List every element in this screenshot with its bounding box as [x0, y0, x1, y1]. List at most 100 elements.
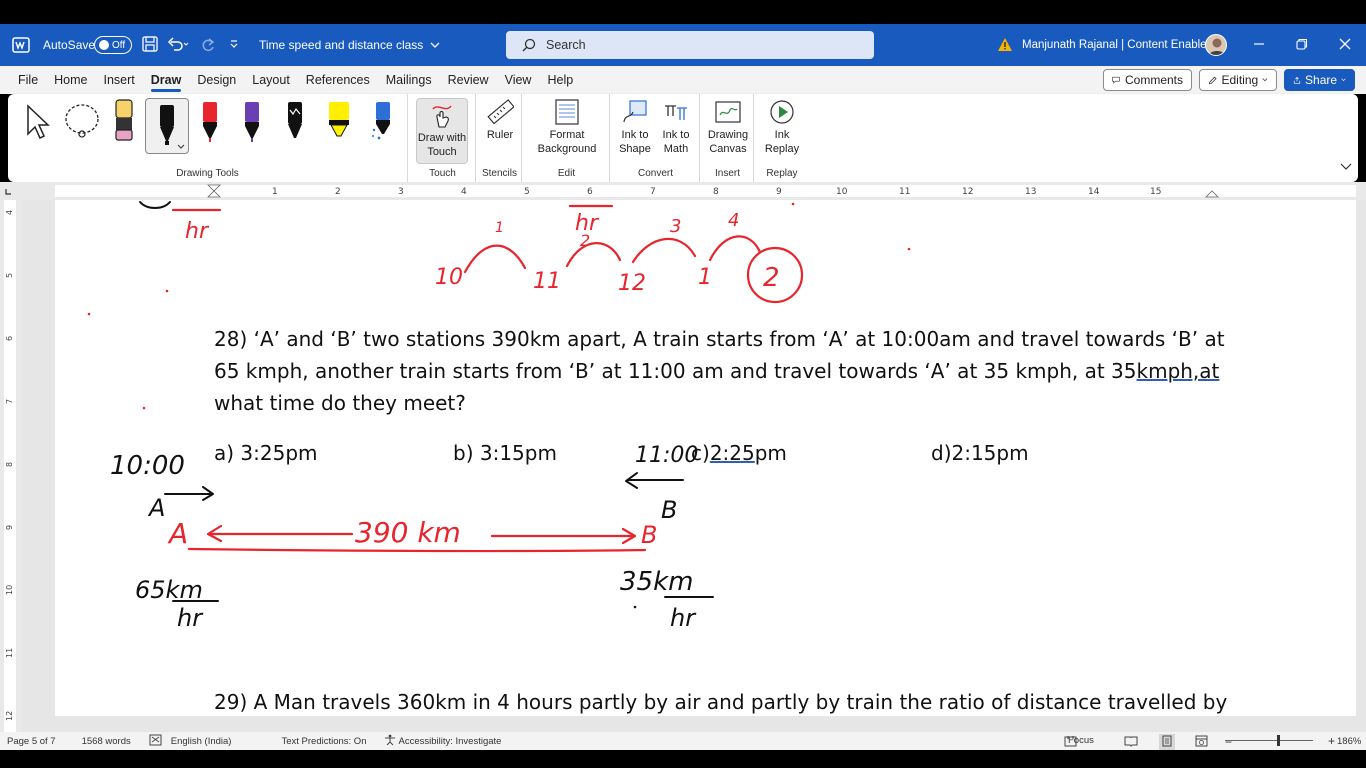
comments-button[interactable]: Comments	[1103, 69, 1192, 91]
proofing-icon[interactable]	[149, 734, 162, 749]
ink-to-math-label: Ink to Math	[662, 129, 690, 155]
tab-insert[interactable]: Insert	[96, 66, 143, 94]
redo-icon[interactable]	[200, 36, 216, 52]
ink-hour-11: 11	[533, 269, 561, 294]
ink-label-a: A	[147, 494, 165, 522]
tab-review[interactable]: Review	[440, 66, 497, 94]
document-page[interactable]: 28) ‘A’ and ‘B’ two stations 390km apart…	[55, 200, 1356, 716]
ruler-button[interactable]: Ruler	[480, 98, 520, 142]
svg-text:5: 5	[524, 187, 530, 197]
svg-text:10: 10	[836, 187, 848, 197]
ink-to-math-button[interactable]: Ink to Math	[658, 98, 694, 156]
group-drawing-tools: Drawing Tools	[8, 94, 408, 182]
black-pen-selected[interactable]	[145, 98, 189, 154]
svg-text:12: 12	[962, 187, 973, 197]
ink-arrow-left	[625, 472, 684, 489]
print-layout-icon[interactable]	[1159, 734, 1175, 751]
ink-arrow-right	[164, 486, 214, 501]
svg-text:4: 4	[5, 210, 14, 215]
warning-icon[interactable]	[997, 37, 1013, 52]
zoom-level[interactable]: 186%	[1337, 736, 1361, 747]
ink-speed-b-den: hr	[670, 604, 697, 632]
ink-dot-3	[87, 312, 91, 316]
black-pen-icon	[160, 105, 174, 145]
save-icon[interactable]	[142, 36, 158, 52]
zoom-out-icon[interactable]: −	[1225, 735, 1232, 749]
undo-icon[interactable]	[167, 36, 189, 52]
vertical-ruler-ticks: 4 5 6 7 8 9 10 11 12	[4, 200, 16, 732]
glitter-pen-icon[interactable]	[370, 100, 394, 147]
group-touch: Draw with Touch Touch	[410, 94, 476, 182]
ink-arc-2	[565, 242, 622, 268]
focus-label[interactable]: Focus	[1068, 735, 1094, 746]
word-app-icon[interactable]	[12, 36, 30, 54]
ink-speed-a-den: hr	[177, 604, 204, 632]
tab-view[interactable]: View	[497, 66, 540, 94]
tab-design[interactable]: Design	[189, 66, 244, 94]
zoom-slider-thumb[interactable]	[1277, 735, 1280, 746]
replay-label: Replay	[766, 168, 798, 179]
tab-draw[interactable]: Draw	[143, 66, 190, 94]
restore-icon[interactable]	[1296, 38, 1308, 50]
ink-annotations[interactable]: hr hr 10 11 12 1 1 2 3 4 2 10:00 11:00 A…	[55, 200, 1356, 716]
vertical-ruler[interactable]: 4 5 6 7 8 9 10 11 12	[0, 200, 22, 732]
word-count[interactable]: 1568 words	[82, 736, 131, 747]
drawing-canvas-label: Drawing Canvas	[707, 129, 749, 155]
ink-dot-6	[633, 605, 637, 609]
ink-replay-button[interactable]: Ink Replay	[760, 98, 804, 156]
zoom-slider[interactable]	[1225, 735, 1313, 746]
svg-text:8: 8	[5, 462, 14, 467]
accessibility-status[interactable]: Accessibility: Investigate	[398, 736, 501, 747]
tab-help[interactable]: Help	[539, 66, 581, 94]
tab-file[interactable]: File	[10, 66, 46, 94]
editing-mode-button[interactable]: Editing	[1199, 69, 1277, 91]
close-icon[interactable]	[1339, 38, 1351, 50]
ink-distance-arrow-right	[490, 527, 637, 545]
stencils-label: Stencils	[481, 168, 517, 179]
svg-text:5: 5	[5, 273, 14, 278]
eraser-icon[interactable]	[114, 98, 134, 145]
tab-layout[interactable]: Layout	[244, 66, 298, 94]
ink-distance-arrow-left	[206, 524, 354, 543]
lasso-select-icon[interactable]	[62, 102, 104, 143]
red-pen-icon[interactable]	[199, 100, 221, 147]
web-layout-icon[interactable]	[1195, 735, 1208, 750]
tab-references[interactable]: References	[298, 66, 378, 94]
user-name[interactable]: Manjunath Rajanal | Content Enablers	[1022, 39, 1216, 51]
highlighter-icon[interactable]	[326, 100, 352, 147]
ink-red-b: B	[641, 521, 657, 549]
zoom-in-icon[interactable]: +	[1328, 734, 1335, 748]
accessibility-icon[interactable]	[384, 734, 396, 749]
tab-home[interactable]: Home	[46, 66, 95, 94]
ink-distance-label: 390 km	[355, 516, 461, 549]
minimize-icon[interactable]	[1253, 38, 1265, 50]
ruler-label: Ruler	[486, 129, 514, 141]
chevron-down-icon	[1341, 78, 1346, 82]
tab-mailings[interactable]: Mailings	[378, 66, 440, 94]
toggle-knob	[99, 40, 109, 50]
purple-pen-icon[interactable]	[241, 100, 263, 147]
svg-text:2: 2	[335, 187, 341, 197]
draw-with-touch-button[interactable]: Draw with Touch	[416, 98, 468, 164]
autosave-toggle[interactable]: Off	[94, 36, 132, 54]
horizontal-ruler[interactable]: 1234 5678 9 10 11 12 13 14 15	[0, 182, 1366, 200]
drawing-canvas-button[interactable]: Drawing Canvas	[704, 98, 752, 156]
chevron-down-icon	[1262, 78, 1268, 82]
svg-text:10: 10	[5, 585, 14, 595]
format-background-button[interactable]: Format Background	[532, 98, 602, 156]
share-button[interactable]: Share	[1284, 69, 1355, 91]
collapse-ribbon-icon[interactable]	[1340, 162, 1352, 174]
read-mode-icon[interactable]	[1124, 735, 1138, 750]
avatar[interactable]	[1205, 34, 1227, 56]
language[interactable]: English (India)	[171, 736, 232, 747]
text-predictions[interactable]: Text Predictions: On	[281, 736, 366, 747]
group-insert: Drawing Canvas Insert	[702, 94, 754, 182]
select-cursor-icon[interactable]	[24, 104, 52, 143]
ink-to-shape-button[interactable]: Ink to Shape	[616, 98, 654, 156]
page-count[interactable]: Page 5 of 7	[7, 736, 56, 747]
customize-toolbar-icon[interactable]	[229, 38, 239, 50]
search-box[interactable]: Search	[506, 31, 874, 59]
document-title[interactable]: Time speed and distance class	[259, 38, 440, 52]
galaxy-pen-icon[interactable]	[284, 100, 306, 147]
ink-dot-4	[142, 406, 146, 410]
